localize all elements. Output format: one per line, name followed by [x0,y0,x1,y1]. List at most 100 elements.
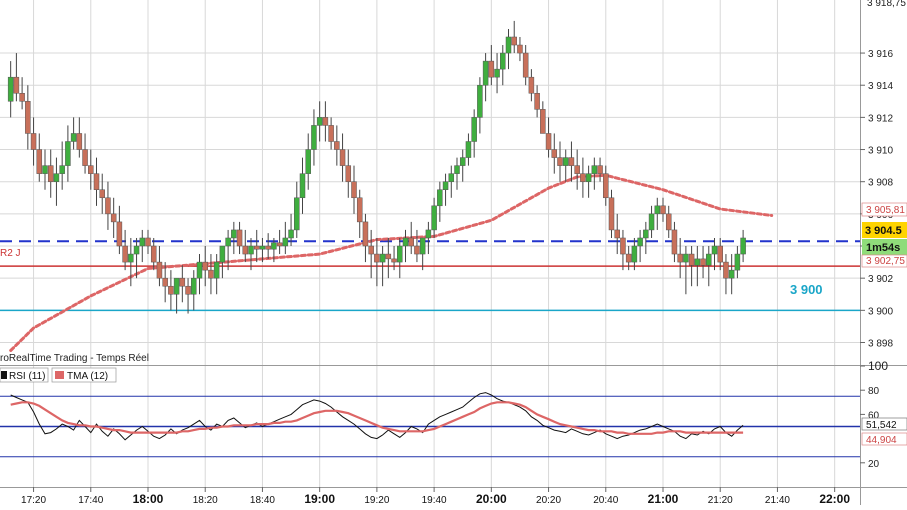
candle [316,101,323,142]
chart-svg[interactable]: 3 8983 9003 9023 9043 9063 9083 9103 912… [0,0,907,506]
candle-body-up [562,157,569,166]
tma-value-tag-text: 44,904 [866,435,897,446]
candle-body-up [316,117,323,126]
candle [202,246,208,287]
candle [116,205,123,255]
price-tag-lower-text: 3 902,75 [866,256,905,267]
x-tick-label: 21:00 [648,492,679,505]
candle [345,149,352,198]
candle-body-down [557,157,563,166]
candle-body-up [7,76,14,102]
candle [511,20,517,54]
candle-body-down [208,269,214,279]
candle [534,85,540,118]
candle-body-up [683,253,689,263]
rsi-panel [0,392,860,458]
candle [368,229,374,279]
candle-body-down [236,229,243,247]
candle [723,254,729,295]
candle-body-up [728,269,735,279]
candle-body-down [522,52,529,78]
x-tick-label: 19:20 [364,495,389,505]
candle [631,237,638,271]
candle [99,173,105,214]
candle-body-up [133,245,140,255]
candle-body-up [648,213,655,231]
candle-body-down [534,93,540,110]
price-tag-current: 3 904.5 [862,222,907,238]
candle [65,125,71,182]
candle-body-down [540,109,546,134]
candle-body-up [196,261,203,279]
candle [76,117,83,158]
candle-body-down [356,197,363,223]
trading-chart[interactable]: 3 8983 9003 9023 9043 9063 9083 9103 912… [0,0,907,506]
y-tick-label: 3 910 [868,146,893,157]
candle-body-down [19,93,25,102]
candle-body-down [660,205,666,215]
candle-body-up [231,229,237,239]
x-tick-label: 21:40 [765,495,790,505]
candle-body-down [528,76,535,94]
price-tag-lower: 3 902,75 [861,254,907,268]
candle [528,69,535,102]
candle [139,229,146,263]
candle-body-down [145,237,151,247]
candle-body-down [620,237,626,255]
candle-body-down [677,253,683,263]
candle-body-up [471,117,477,142]
candle [522,45,529,86]
candle [36,133,43,182]
candle [711,237,718,271]
candle-body-down [82,149,88,166]
y-tick-label: 3 902 [868,274,893,285]
x-tick-label: 22:00 [819,492,850,505]
candle [242,229,249,263]
rsi-value-tag: 51,542 [861,417,907,431]
candle-body-up [711,245,718,255]
candle-body-down [339,149,346,166]
candle [145,229,151,255]
candle-body-up [128,253,134,263]
candle [82,133,88,174]
candle-body-up [425,229,432,239]
candle-body-up [397,245,403,263]
candle-body-down [265,245,271,250]
candle-body-down [116,221,123,247]
candle [294,181,300,238]
rsi-y-tick-label: 100 [868,359,888,373]
candle-body-up [65,141,71,166]
x-tick-label: 20:00 [476,492,507,505]
candle-body-down [551,149,558,158]
candle [465,133,472,166]
candle [425,221,432,255]
level-label-3900: 3 900 [790,282,823,297]
candle [282,221,289,255]
candle-body-up [402,237,409,247]
candle [122,229,128,271]
candle-body-down [488,60,495,78]
x-tick-label: 20:40 [593,495,618,505]
candle [253,229,260,263]
candle-body-down [511,36,517,46]
candle-body-up [459,157,466,166]
candle [356,189,363,238]
candle-body-down [179,277,186,287]
candle [362,213,369,263]
candle [47,149,54,198]
candle-body-up [59,165,65,174]
x-tick-label: 17:20 [21,495,46,505]
candle [419,237,426,271]
candle-body-down [334,141,340,150]
candle-body-up [419,237,426,255]
rsi-legend[interactable]: RSI (11) TMA (12) [0,367,117,383]
candle [545,117,552,158]
candle-body-down [88,165,94,174]
candle-body-up [311,125,317,150]
candle [179,265,186,303]
candle [648,205,655,238]
candle-body-down [13,76,20,94]
candle-body-down [322,117,329,126]
candle [397,237,403,279]
candle-body-up [591,165,598,174]
